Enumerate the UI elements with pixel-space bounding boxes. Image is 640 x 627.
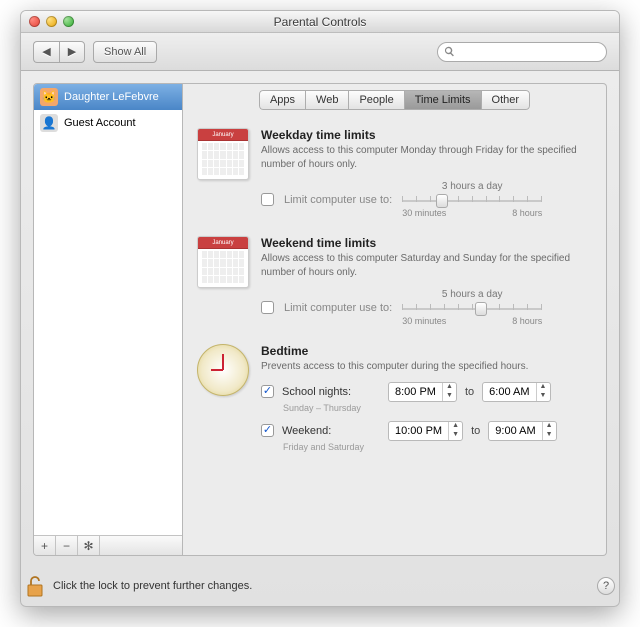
sidebar-user-label: Guest Account	[64, 117, 136, 129]
calendar-icon: January	[197, 128, 249, 180]
sidebar-footer: + − ✻	[34, 535, 182, 555]
tab-time-limits[interactable]: Time Limits	[404, 90, 481, 110]
window-title: Parental Controls	[21, 15, 619, 29]
weekday-slider[interactable]: 3 hours a day 30 minutes8 hours	[402, 181, 542, 218]
tabs: Apps Web People Time Limits Other	[197, 90, 592, 110]
lock-text: Click the lock to prevent further change…	[53, 580, 252, 592]
content-pane: Apps Web People Time Limits Other Januar…	[183, 83, 607, 556]
sidebar-user-daughter[interactable]: 🐱 Daughter LeFebvre	[34, 84, 182, 110]
search-field[interactable]	[437, 42, 607, 62]
avatar-icon: 👤	[40, 114, 58, 132]
weekend-limit-checkbox[interactable]	[261, 301, 274, 314]
bedtime-weekend-label: Weekend:	[282, 425, 380, 437]
bedtime-school-from[interactable]: 8:00 PM ▲▼	[388, 382, 457, 402]
section-weekend: January Weekend time limits Allows acces…	[197, 236, 592, 326]
search-icon	[444, 46, 455, 57]
forward-button[interactable]: ▶	[59, 41, 85, 63]
bottom-bar: Click the lock to prevent further change…	[21, 574, 619, 606]
lock-open-icon[interactable]	[25, 574, 45, 598]
show-all-button[interactable]: Show All	[93, 41, 157, 63]
weekend-heading: Weekend time limits	[261, 236, 592, 250]
bedtime-weekend-row: Weekend: 10:00 PM ▲▼ to 9:00 AM ▲▼	[261, 421, 592, 441]
bedtime-description: Prevents access to this computer during …	[261, 360, 592, 374]
bedtime-weekend-to[interactable]: 9:00 AM ▲▼	[488, 421, 556, 441]
back-button[interactable]: ◀	[33, 41, 59, 63]
bedtime-school-to[interactable]: 6:00 AM ▲▼	[482, 382, 550, 402]
titlebar: Parental Controls	[21, 11, 619, 33]
bedtime-school-row: School nights: 8:00 PM ▲▼ to 6:00 AM ▲▼	[261, 382, 592, 402]
tab-web[interactable]: Web	[305, 90, 348, 110]
action-menu-button[interactable]: ✻	[78, 536, 100, 555]
bedtime-heading: Bedtime	[261, 344, 592, 358]
nav-seg: ◀ ▶	[33, 41, 85, 63]
weekday-slider-value: 3 hours a day	[442, 181, 503, 192]
remove-user-button[interactable]: −	[56, 536, 78, 555]
avatar-icon: 🐱	[40, 88, 58, 106]
calendar-icon: January	[197, 236, 249, 288]
weekend-slider[interactable]: 5 hours a day 30 minutes8 hours	[402, 289, 542, 326]
user-list: 🐱 Daughter LeFebvre 👤 Guest Account	[34, 84, 182, 535]
stepper-icon[interactable]: ▲▼	[542, 422, 556, 440]
bedtime-school-checkbox[interactable]	[261, 385, 274, 398]
bedtime-weekend-from[interactable]: 10:00 PM ▲▼	[388, 421, 463, 441]
weekend-limit-label: Limit computer use to:	[284, 302, 392, 314]
weekend-description: Allows access to this computer Saturday …	[261, 252, 592, 279]
section-bedtime: Bedtime Prevents access to this computer…	[197, 344, 592, 452]
sidebar-user-guest[interactable]: 👤 Guest Account	[34, 110, 182, 136]
add-user-button[interactable]: +	[34, 536, 56, 555]
weekday-description: Allows access to this computer Monday th…	[261, 144, 592, 171]
section-weekday: January Weekday time limits Allows acces…	[197, 128, 592, 218]
weekday-limit-checkbox[interactable]	[261, 193, 274, 206]
weekend-slider-value: 5 hours a day	[442, 289, 503, 300]
tab-apps[interactable]: Apps	[259, 90, 305, 110]
weekday-limit-label: Limit computer use to:	[284, 194, 392, 206]
help-button[interactable]: ?	[597, 577, 615, 595]
stepper-icon[interactable]: ▲▼	[448, 422, 462, 440]
toolbar: ◀ ▶ Show All	[21, 33, 619, 71]
weekday-heading: Weekday time limits	[261, 128, 592, 142]
stepper-icon[interactable]: ▲▼	[536, 383, 550, 401]
user-sidebar: 🐱 Daughter LeFebvre 👤 Guest Account + − …	[33, 83, 183, 556]
clock-icon	[197, 344, 249, 396]
search-input[interactable]	[459, 45, 600, 59]
preferences-window: Parental Controls ◀ ▶ Show All 🐱 Daughte…	[20, 10, 620, 607]
bedtime-weekend-checkbox[interactable]	[261, 424, 274, 437]
tab-people[interactable]: People	[348, 90, 403, 110]
stepper-icon[interactable]: ▲▼	[442, 383, 456, 401]
tab-other[interactable]: Other	[481, 90, 531, 110]
bedtime-weekend-sub: Friday and Saturday	[283, 442, 592, 452]
sidebar-user-label: Daughter LeFebvre	[64, 91, 159, 103]
bedtime-school-label: School nights:	[282, 386, 380, 398]
bedtime-school-sub: Sunday – Thursday	[283, 403, 592, 413]
